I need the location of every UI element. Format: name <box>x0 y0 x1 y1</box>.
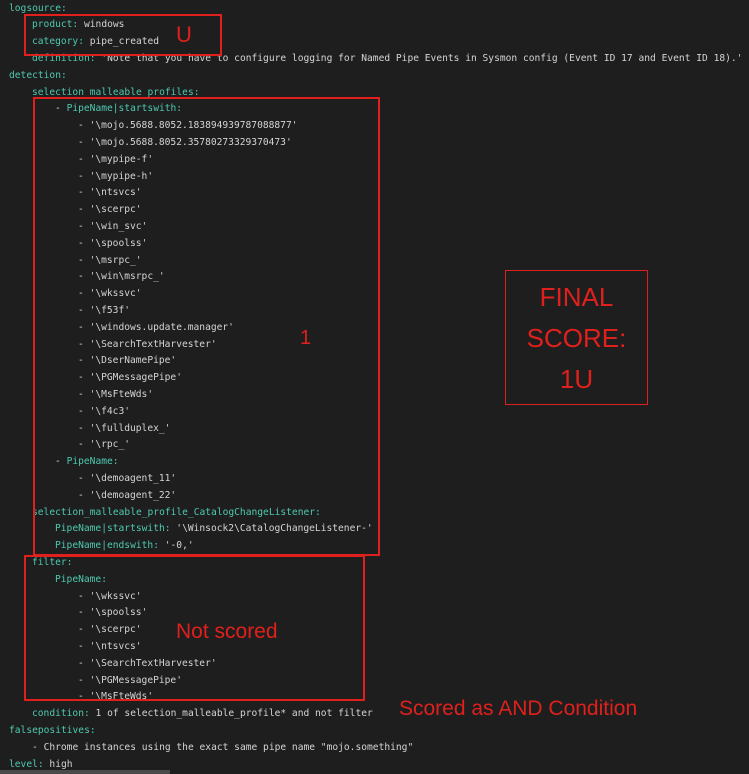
yaml-value: Chrome instances using the exact same pi… <box>43 741 414 753</box>
yaml-key: detection: <box>9 69 67 81</box>
yaml-value: high <box>43 758 73 770</box>
final-score-box: FINAL SCORE: 1U <box>505 270 648 405</box>
code-line: - Chrome instances using the exact same … <box>32 740 413 757</box>
annotation-one-label: 1 <box>300 327 312 349</box>
annotation-u-label: U <box>176 22 192 47</box>
yaml-key: selection_malleable_profiles: <box>32 86 200 98</box>
annotation-and-condition: Scored as AND Condition <box>399 697 638 720</box>
code-line: falsepositives: <box>9 723 96 740</box>
final-score-line3: 1U <box>559 364 594 394</box>
yaml-key: condition: <box>32 708 90 720</box>
list-dash: - <box>32 741 44 753</box>
yaml-key: falsepositives: <box>9 724 96 736</box>
horizontal-scrollbar[interactable] <box>0 770 170 774</box>
final-score-line1: FINAL <box>539 282 614 312</box>
code-line: detection: <box>9 68 67 85</box>
annotation-box-logsource <box>24 14 222 56</box>
annotation-not-scored: Not scored <box>176 620 278 643</box>
code-line: condition: 1 of selection_malleable_prof… <box>32 706 373 723</box>
yaml-key: level: <box>9 758 44 770</box>
yaml-key: logsource: <box>9 2 67 14</box>
yaml-value: 1 of selection_malleable_profile* and no… <box>89 708 373 720</box>
final-score-line2: SCORE: <box>526 323 627 353</box>
annotation-box-selection <box>33 97 380 556</box>
